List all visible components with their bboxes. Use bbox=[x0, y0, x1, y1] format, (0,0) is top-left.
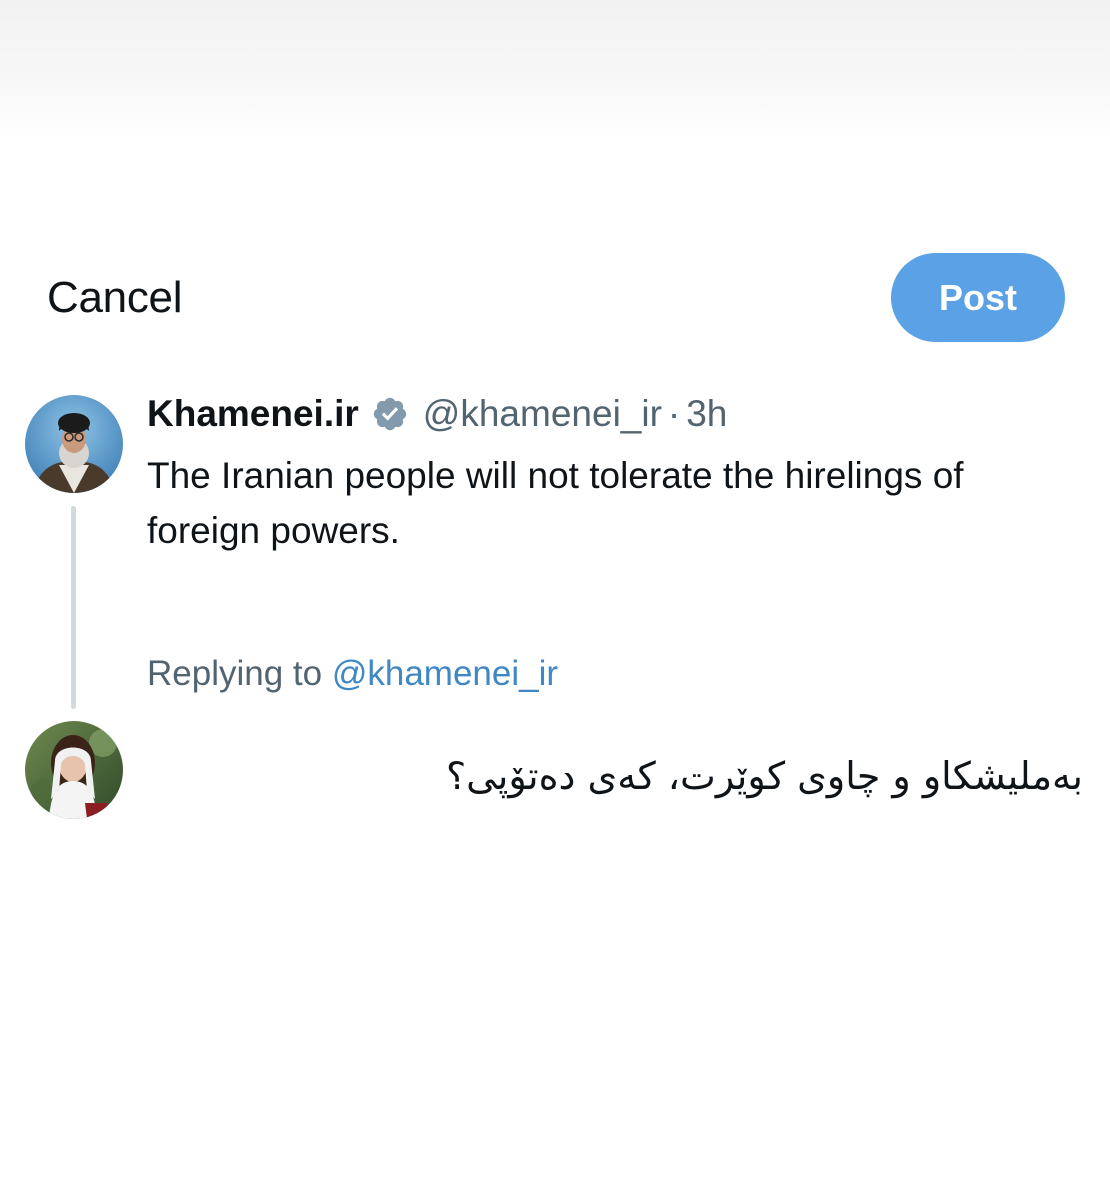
author-handle[interactable]: @khamenei_ir bbox=[423, 393, 662, 435]
replying-to-line: Replying to @khamenei_ir bbox=[147, 652, 558, 696]
meta-separator: · bbox=[667, 393, 681, 434]
replying-to-prefix: Replying to bbox=[147, 654, 323, 693]
post-button[interactable]: Post bbox=[891, 253, 1065, 342]
original-author-avatar[interactable] bbox=[25, 395, 123, 493]
thread-connector-line bbox=[71, 506, 76, 709]
profile-photo-icon bbox=[25, 395, 123, 493]
cancel-button[interactable]: Cancel bbox=[47, 272, 182, 324]
post-button-label: Post bbox=[938, 276, 1017, 318]
tweet-header: Khamenei.ir @khamenei_ir · 3h bbox=[147, 390, 727, 438]
author-name[interactable]: Khamenei.ir bbox=[147, 393, 359, 435]
original-tweet-text: The Iranian people will not tolerate the… bbox=[147, 455, 964, 551]
replying-to-handle[interactable]: @khamenei_ir bbox=[332, 654, 558, 693]
profile-photo-icon bbox=[25, 721, 123, 819]
tweet-timestamp[interactable]: 3h bbox=[686, 393, 727, 435]
reply-draft-text[interactable]: بەملیشکاو و چاوی کوێرت، کەی دەتۆپی؟ bbox=[446, 748, 1083, 804]
verified-badge-icon bbox=[371, 395, 409, 433]
reply-author-avatar[interactable] bbox=[25, 721, 123, 819]
top-bar-background bbox=[0, 0, 1110, 140]
